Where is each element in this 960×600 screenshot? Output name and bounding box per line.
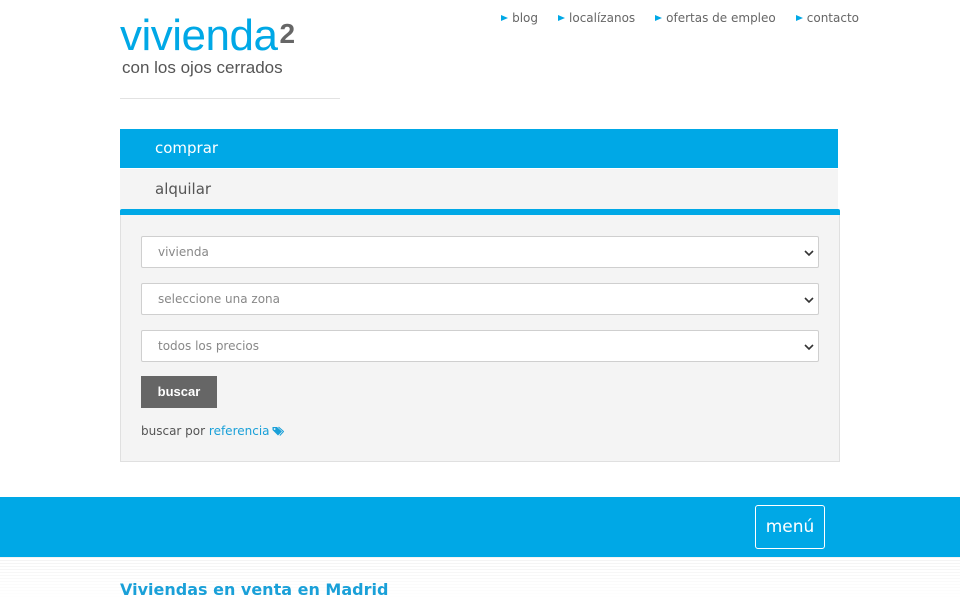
chevron-down-icon (804, 344, 814, 351)
menu-band: menú (0, 497, 960, 557)
tags-icon (272, 426, 284, 436)
header-divider (120, 98, 340, 99)
nav-link-blog[interactable]: blog (501, 11, 538, 25)
property-type-value: vivienda (158, 245, 209, 259)
site-header: vivienda2 con los ojos cerrados blog loc… (0, 0, 960, 100)
search-tabs: comprar alquilar (120, 129, 840, 215)
price-value: todos los precios (158, 339, 260, 353)
logo-superscript: 2 (279, 18, 295, 49)
top-navigation: blog localízanos ofertas de empleo conta… (501, 11, 859, 25)
nav-link-ofertas-empleo[interactable]: ofertas de empleo (655, 11, 776, 25)
chevron-down-icon (804, 250, 814, 257)
logo-wordmark: vivienda (120, 11, 278, 60)
search-panel: vivienda seleccione una zona todos los p… (120, 215, 840, 462)
site-logo[interactable]: vivienda2 con los ojos cerrados (120, 14, 340, 78)
triangle-bullet-icon (795, 14, 803, 22)
nav-link-localizanos[interactable]: localízanos (558, 11, 635, 25)
triangle-bullet-icon (558, 14, 566, 22)
chevron-down-icon (804, 297, 814, 304)
nav-link-contacto[interactable]: contacto (795, 11, 859, 25)
triangle-bullet-icon (501, 14, 509, 22)
price-select[interactable]: todos los precios (141, 330, 819, 362)
tab-comprar[interactable]: comprar (120, 129, 838, 168)
zone-select[interactable]: seleccione una zona (141, 283, 819, 315)
property-type-select[interactable]: vivienda (141, 236, 819, 268)
tab-alquilar[interactable]: alquilar (120, 169, 838, 209)
zone-value: seleccione una zona (158, 292, 281, 306)
section-title: Viviendas en venta en Madrid (120, 580, 389, 599)
reference-prefix: buscar por (141, 424, 206, 438)
triangle-bullet-icon (655, 14, 663, 22)
search-button[interactable]: buscar (141, 376, 217, 408)
logo-tagline: con los ojos cerrados (122, 58, 283, 77)
menu-toggle-button[interactable]: menú (755, 505, 825, 549)
reference-link[interactable]: referencia (209, 424, 284, 438)
reference-search-line: buscar por referencia (141, 424, 284, 438)
